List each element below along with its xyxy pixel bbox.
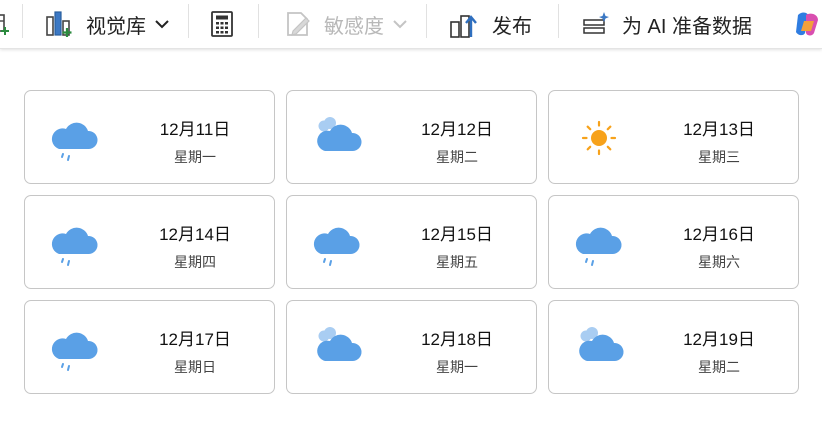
forecast-card[interactable]: 12月11日 星期一: [24, 90, 275, 184]
forecast-card[interactable]: 12月14日 星期四: [24, 195, 275, 289]
sensitivity-label: 敏感度: [324, 15, 384, 38]
rain-cloud-icon: [47, 323, 103, 373]
prepare-data-for-ai-button[interactable]: 为 AI 准备数据: [582, 0, 752, 48]
publish-icon: [448, 8, 480, 40]
toolbar-separator: [22, 4, 23, 38]
forecast-date: 12月12日: [421, 120, 493, 139]
forecast-date: 12月11日: [159, 120, 231, 139]
forecast-weekday: 星期五: [436, 254, 478, 270]
prepare-ai-label: 为 AI 准备数据: [622, 15, 753, 38]
chevron-down-icon: [392, 18, 408, 30]
forecast-card[interactable]: 12月12日 星期二: [286, 90, 537, 184]
toolbar-separator: [558, 4, 559, 38]
forecast-date: 12月19日: [683, 330, 755, 349]
forecast-weekday: 星期一: [174, 149, 216, 165]
table-add-icon: [0, 11, 12, 37]
toolbar-separator: [258, 4, 259, 38]
visual-library-icon: [44, 9, 74, 39]
forecast-weekday: 星期日: [174, 359, 216, 375]
forecast-card[interactable]: 12月17日 星期日: [24, 300, 275, 394]
forecast-date: 12月17日: [159, 330, 231, 349]
forecast-weekday: 星期二: [436, 149, 478, 165]
forecast-weekday: 星期一: [436, 359, 478, 375]
copilot-icon: [792, 9, 822, 39]
ribbon-toolbar: 视觉库 敏感度 发布 为 AI 准备数据: [0, 0, 822, 49]
calculator-icon: [210, 10, 234, 38]
cloudy-icon: [571, 323, 627, 373]
sensitivity-button[interactable]: 敏感度: [284, 0, 408, 48]
toolbar-separator: [188, 4, 189, 38]
forecast-date: 12月15日: [421, 225, 493, 244]
forecast-card[interactable]: 12月13日 星期三: [548, 90, 799, 184]
forecast-card[interactable]: 12月16日 星期六: [548, 195, 799, 289]
sun-icon: [571, 113, 627, 163]
forecast-date: 12月18日: [421, 330, 493, 349]
forecast-date: 12月16日: [683, 225, 755, 244]
sensitivity-icon: [284, 9, 312, 39]
forecast-date: 12月14日: [159, 225, 231, 244]
forecast-card[interactable]: 12月19日 星期二: [548, 300, 799, 394]
rain-cloud-icon: [47, 113, 103, 163]
rain-cloud-icon: [571, 218, 627, 268]
forecast-card[interactable]: 12月18日 星期一: [286, 300, 537, 394]
calculation-button[interactable]: [210, 0, 234, 48]
rain-cloud-icon: [47, 218, 103, 268]
visual-library-button[interactable]: 视觉库: [44, 0, 170, 48]
publish-label: 发布: [492, 15, 532, 38]
add-table-button[interactable]: [0, 0, 12, 48]
forecast-weekday: 星期四: [174, 254, 216, 270]
publish-button[interactable]: 发布: [448, 0, 532, 48]
cloudy-icon: [309, 323, 365, 373]
forecast-weekday: 星期二: [698, 359, 740, 375]
prepare-ai-data-icon: [582, 10, 610, 38]
forecast-card[interactable]: 12月15日 星期五: [286, 195, 537, 289]
forecast-date: 12月13日: [683, 120, 755, 139]
chevron-down-icon: [154, 18, 170, 30]
copilot-button[interactable]: [792, 0, 822, 48]
forecast-weekday: 星期三: [698, 149, 740, 165]
toolbar-separator: [426, 4, 427, 38]
visual-library-label: 视觉库: [86, 15, 146, 38]
cloudy-icon: [309, 113, 365, 163]
rain-cloud-icon: [309, 218, 365, 268]
forecast-weekday: 星期六: [698, 254, 740, 270]
